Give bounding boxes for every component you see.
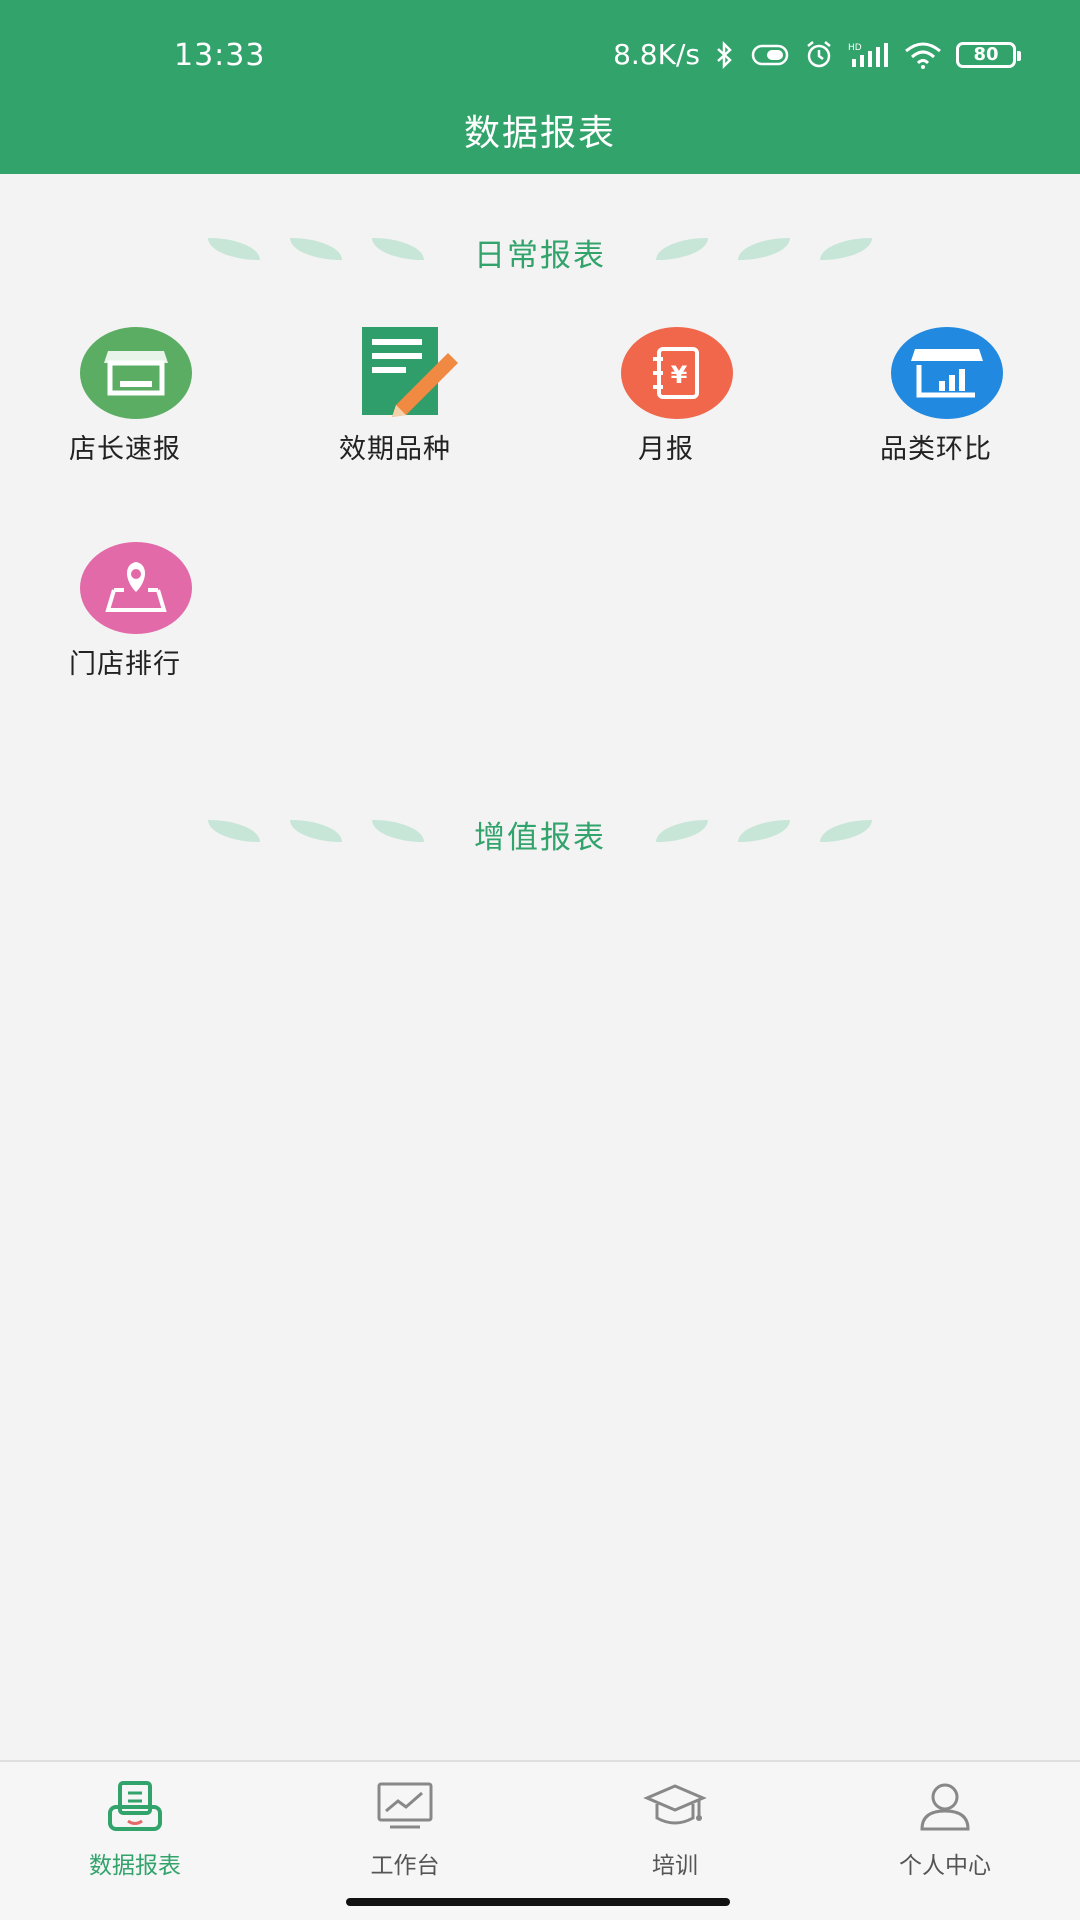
bluetooth-icon [714,40,736,69]
section-title: 增值报表 [474,820,606,856]
tile-label: 效期品种 [339,434,451,465]
status-time: 13:33 [174,38,266,73]
network-speed: 8.8K/s [613,38,700,71]
hd-signal-icon: HD [848,41,890,69]
tile-label: 品类环比 [880,434,992,465]
report-tile-store-manager[interactable]: 店长速报 [25,327,225,517]
tile-label: 门店排行 [69,649,181,680]
storefront-icon [80,327,192,419]
status-bar: 13:33 8.8K/s HD 80 [0,0,1080,108]
app-header: 13:33 8.8K/s HD 80 数据报表 [0,0,1080,174]
wifi-icon [904,41,942,69]
nav-tab-reports[interactable]: 数据报表 [0,1762,270,1902]
nav-label: 工作台 [370,1853,440,1879]
ledger-yen-icon: ¥ [621,327,733,419]
report-tile-store-ranking[interactable]: 门店排行 [25,542,225,732]
monitor-chart-icon [370,1776,440,1836]
tile-label: 月报 [638,434,694,465]
report-tile-category-comparison[interactable]: 品类环比 [836,327,1036,517]
report-tile-monthly[interactable]: ¥ 月报 [566,327,766,517]
alarm-icon [804,40,834,70]
nav-label: 培训 [652,1853,698,1879]
notepad-pencil-icon [350,327,462,419]
section-heading-daily: 日常报表 [0,226,1080,276]
nav-label: 数据报表 [89,1853,181,1879]
svg-text:HD: HD [848,43,862,53]
report-icon [100,1776,170,1836]
vibrate-icon [750,42,790,68]
nav-label: 个人中心 [899,1853,991,1879]
battery-icon: 80 [956,41,1021,68]
store-chart-icon [891,327,1003,419]
bottom-nav: 数据报表 工作台 培训 个人中心 [0,1760,1080,1920]
report-tile-expiry-products[interactable]: 效期品种 [295,327,495,517]
nav-tab-training[interactable]: 培训 [540,1762,810,1902]
user-icon [910,1776,980,1836]
home-indicator[interactable] [346,1898,730,1906]
page-title: 数据报表 [463,113,616,154]
status-icons: 8.8K/s HD 80 [613,38,1021,71]
map-pin-icon [80,542,192,634]
section-heading-value-added: 增值报表 [0,808,1080,858]
nav-tab-workbench[interactable]: 工作台 [270,1762,540,1902]
section-title: 日常报表 [474,238,606,274]
svg-text:¥: ¥ [671,361,688,389]
graduation-cap-icon [640,1776,710,1836]
nav-tab-profile[interactable]: 个人中心 [810,1762,1080,1902]
tile-label: 店长速报 [69,434,181,465]
